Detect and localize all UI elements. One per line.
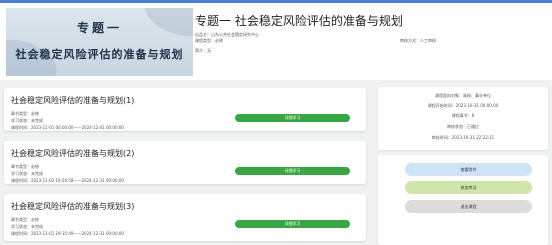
lesson-status: 学习状态：未完成 (11, 118, 43, 123)
lesson-time: 课程时间：2023-11-01 19:35:49——2024-12-31 00:… (11, 231, 124, 236)
course-review-time: 审核时间：2023-10-31 22:22:11 (431, 135, 495, 140)
course-title: 专题一 社会稳定风险评估的准备与规划 (195, 14, 403, 28)
lesson-title: 社会稳定风险评估的准备与规划(2) (11, 149, 135, 158)
lesson-time: 课程时间：2023-11-02 19:26:58——2024-12-31 00:… (11, 178, 124, 183)
course-actions-panel: 查看附件 参加考试 退出课程 (378, 155, 548, 245)
lesson-status: 学习状态：未完成 (11, 171, 43, 176)
lesson-type: 章节类型：必修 (11, 217, 39, 222)
withdraw-course-button[interactable]: 退出课程 (405, 200, 532, 213)
study-detail-button[interactable]: 详细学习 (235, 167, 350, 175)
lesson-title: 社会稳定风险评估的准备与规划(1) (11, 96, 135, 105)
cover-title-line1: 专题一 (76, 21, 122, 35)
lesson-card: 社会稳定风险评估的准备与规划(3) 章节类型：必修 学习状态：未完成 课程时间：… (4, 194, 366, 241)
course-audience: 课程面向对象：高校、事业单位 (435, 93, 491, 98)
lesson-type: 章节类型：必修 (11, 164, 39, 169)
study-detail-button[interactable]: 详细学习 (235, 114, 350, 122)
study-detail-button[interactable]: 详细学习 (235, 220, 350, 228)
lesson-card: 社会稳定风险评估的准备与规划(2) 章节类型：必修 学习状态：未完成 课程时间：… (4, 141, 366, 184)
lesson-title: 社会稳定风险评估的准备与规划(3) (11, 202, 135, 211)
course-cover-image: 专题一 社会稳定风险评估的准备与规划 (6, 8, 193, 76)
lesson-card: 社会稳定风险评估的准备与规划(1) 章节类型：必修 学习状态：未完成 课程时间：… (4, 88, 366, 131)
course-info-panel: 课程面向对象：高校、事业单位 课程开始时间：2023-10-31 00:00:0… (378, 87, 548, 150)
course-chapters: 课程章节：6 (451, 113, 475, 118)
course-intro: 简介：无 (195, 48, 211, 53)
view-attachment-button[interactable]: 查看附件 (405, 163, 532, 176)
take-exam-button[interactable]: 参加考试 (405, 181, 532, 194)
course-review-status: 审核状态：已通过 (447, 124, 479, 129)
course-category: 课程类型：必修 (195, 38, 223, 43)
cover-title-line2: 社会稳定风险评估的准备与规划 (15, 48, 184, 61)
lesson-status: 学习状态：未完成 (11, 224, 43, 229)
course-start-time: 课程开始时间：2023-10-31 00:00:00 (427, 103, 499, 108)
lesson-time: 课程时间：2023-11-01 00:00:00——2024-12-01 00:… (11, 125, 124, 130)
course-header: 专题一 社会稳定风险评估的准备与规划 专题一 社会稳定风险评估的准备与规划 出品… (0, 3, 552, 80)
lesson-type: 章节类型：必修 (11, 111, 39, 116)
course-review-method: 审核方式：人工审核 (400, 38, 436, 43)
